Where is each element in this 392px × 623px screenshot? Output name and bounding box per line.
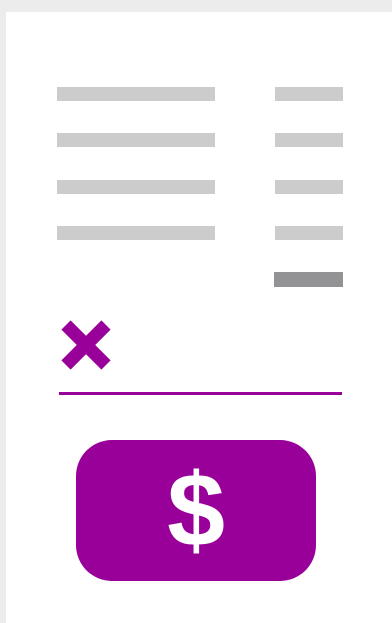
- dollar-icon: $: [167, 452, 225, 569]
- line-item-description-3: [57, 180, 215, 194]
- total-amount-bar: [274, 272, 343, 287]
- line-item-amount-2: [275, 133, 343, 147]
- line-item-description-1: [57, 87, 215, 101]
- line-item-amount-3: [275, 180, 343, 194]
- signature-line: [59, 392, 342, 395]
- x-icon[interactable]: [58, 317, 114, 373]
- line-item-description-2: [57, 133, 215, 147]
- line-item-amount-1: [275, 87, 343, 101]
- line-item-description-4: [57, 226, 215, 240]
- pay-button[interactable]: $: [76, 440, 316, 581]
- line-item-amount-4: [275, 226, 343, 240]
- receipt-card: $: [6, 12, 392, 623]
